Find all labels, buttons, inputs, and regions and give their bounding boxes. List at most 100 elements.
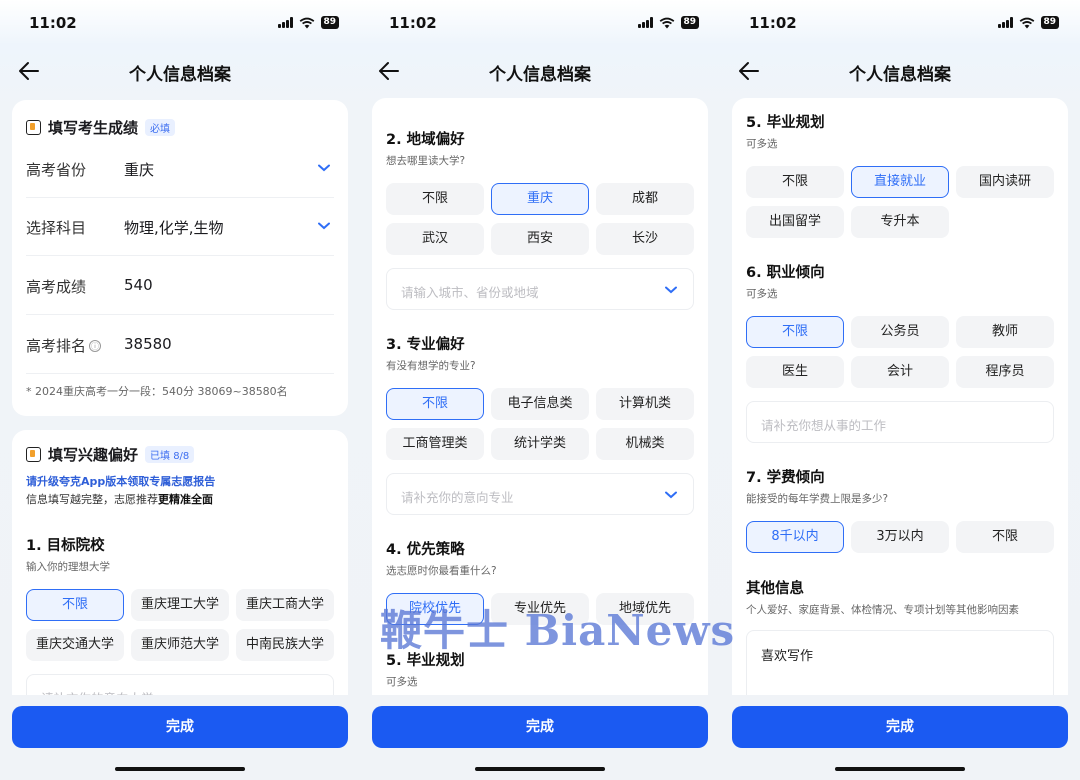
info-icon[interactable]: ⓘ [89,340,102,352]
option-chip[interactable]: 不限 [386,388,484,420]
score-card-header: 填写考生成绩 必填 [26,117,176,138]
wifi-icon [659,17,674,28]
tip-text: 信息填写越完整，志愿推荐更精准全面 [26,491,213,507]
option-chip[interactable]: 专升本 [851,206,949,238]
option-chip[interactable]: 武汉 [386,223,484,255]
major-input[interactable]: 请补充你的意向专业 [386,473,694,515]
option-chip[interactable]: 中南民族大学 [236,629,334,661]
province-field[interactable]: 高考省份 重庆 [26,140,334,198]
signal-icon [278,17,293,28]
school-input[interactable]: 请补充你的意向大学 [26,674,334,695]
status-time: 11:02 [749,14,797,32]
option-chip[interactable]: 重庆交通大学 [26,629,124,661]
done-button[interactable]: 完成 [732,706,1068,748]
option-chip[interactable]: 重庆理工大学 [131,589,229,621]
progress-badge: 已填 8/8 [145,446,195,463]
tip-prefix: 信息填写越完整，志愿推荐 [26,493,158,506]
q3-options: 不限 电子信息类 计算机类 工商管理类 统计学类 机械类 [386,388,694,460]
region-input[interactable]: 请输入城市、省份或地域 [386,268,694,310]
option-chip[interactable]: 公务员 [851,316,949,348]
form-icon [26,120,41,135]
q6-subtitle: 可多选 [746,288,778,300]
option-chip[interactable]: 计算机类 [596,388,694,420]
status-icons: 89 [278,16,340,29]
required-badge: 必填 [145,119,176,136]
region-placeholder: 请输入城市、省份或地域 [401,285,539,300]
subjects-field[interactable]: 选择科目 物理,化学,生物 [26,198,334,256]
option-chip[interactable]: 程序员 [956,356,1054,388]
wifi-icon [299,17,314,28]
nav-bar: 个人信息档案 [0,52,360,90]
upgrade-link[interactable]: 请升级夸克App版本领取专属志愿报告 [26,473,215,489]
signal-icon [998,17,1013,28]
option-chip[interactable]: 不限 [956,521,1054,553]
rank-label-text: 高考排名 [26,337,87,355]
option-chip[interactable]: 西安 [491,223,589,255]
battery-icon: 89 [320,16,340,29]
score-card-title: 填写考生成绩 [48,119,139,137]
option-chip[interactable]: 成都 [596,183,694,215]
option-chip[interactable]: 重庆工商大学 [236,589,334,621]
q5-options: 不限 直接就业 国内读研 出国留学 专升本 [746,166,1054,238]
q1-subtitle: 输入你的理想大学 [26,561,110,573]
option-chip[interactable]: 重庆 [491,183,589,215]
chevron-down-icon[interactable] [665,286,677,294]
q3-title: 3. 专业偏好 [386,337,465,353]
score-field[interactable]: 高考成绩 540 [26,257,334,315]
rank-label: 高考排名 ⓘ [26,335,102,356]
option-chip[interactable]: 直接就业 [851,166,949,198]
interest-card: 5. 毕业规划 可多选 不限 直接就业 国内读研 出国留学 专升本 6. 职业倾… [732,98,1068,695]
option-chip[interactable]: 出国留学 [746,206,844,238]
status-icons: 89 [998,16,1060,29]
status-time: 11:02 [389,14,437,32]
option-chip[interactable]: 不限 [746,316,844,348]
option-chip[interactable]: 电子信息类 [491,388,589,420]
q2-title: 2. 地域偏好 [386,132,465,148]
option-chip[interactable]: 不限 [26,589,124,621]
q7-subtitle: 能接受的每年学费上限是多少? [746,493,889,505]
done-button[interactable]: 完成 [12,706,348,748]
option-chip[interactable]: 不限 [746,166,844,198]
score-value[interactable]: 540 [124,276,153,294]
nav-bar: 个人信息档案 [720,52,1080,90]
option-chip[interactable]: 8千以内 [746,521,844,553]
option-chip[interactable]: 长沙 [596,223,694,255]
other-title: 其他信息 [746,581,804,597]
done-button[interactable]: 完成 [372,706,708,748]
q4-title: 4. 优先策略 [386,542,465,558]
wifi-icon [1019,17,1034,28]
option-chip[interactable]: 会计 [851,356,949,388]
q2-options: 不限 重庆 成都 武汉 西安 长沙 [386,183,694,255]
score-card: 填写考生成绩 必填 高考省份 重庆 选择科目 物理,化学,生物 高考成绩 540… [12,100,348,416]
option-chip[interactable]: 医生 [746,356,844,388]
option-chip[interactable]: 统计学类 [491,428,589,460]
q6-options: 不限 公务员 教师 医生 会计 程序员 [746,316,1054,388]
chevron-down-icon[interactable] [318,164,330,172]
phone-screen-1: 11:02 89 个人信息档案 填写考生成绩 必填 高考省份 重庆 选择科目 物… [0,0,360,780]
option-chip[interactable]: 3万以内 [851,521,949,553]
career-input[interactable]: 请补充你想从事的工作 [746,401,1054,443]
other-textarea[interactable]: 喜欢写作 [746,630,1054,695]
option-chip[interactable]: 重庆师范大学 [131,629,229,661]
option-chip[interactable]: 国内读研 [956,166,1054,198]
scroll-content[interactable]: 填写考生成绩 必填 高考省份 重庆 选择科目 物理,化学,生物 高考成绩 540… [12,100,348,695]
chevron-down-icon[interactable] [665,491,677,499]
q1-section: 1. 目标院校 输入你的理想大学 不限 重庆理工大学 重庆工商大学 重庆交通大学… [26,534,334,695]
q2-section: 2. 地域偏好 想去哪里读大学? 不限 重庆 成都 武汉 西安 长沙 请输入城市… [386,128,694,310]
q6-title: 6. 职业倾向 [746,265,825,281]
score-label: 高考成绩 [26,278,87,296]
chevron-down-icon[interactable] [318,222,330,230]
rank-note: * 2024重庆高考一分一段：540分 38069~38580名 [26,385,288,398]
option-chip[interactable]: 不限 [386,183,484,215]
subjects-label: 选择科目 [26,219,87,237]
page-title: 个人信息档案 [849,65,951,85]
scroll-content[interactable]: 5. 毕业规划 可多选 不限 直接就业 国内读研 出国留学 专升本 6. 职业倾… [732,98,1068,695]
option-chip[interactable]: 机械类 [596,428,694,460]
rank-field[interactable]: 高考排名 ⓘ 38580 [26,316,334,374]
home-indicator [835,767,965,771]
q5-title: 5. 毕业规划 [746,115,825,131]
option-chip[interactable]: 工商管理类 [386,428,484,460]
option-chip[interactable]: 教师 [956,316,1054,348]
home-indicator [475,767,605,771]
rank-value[interactable]: 38580 [124,335,172,353]
